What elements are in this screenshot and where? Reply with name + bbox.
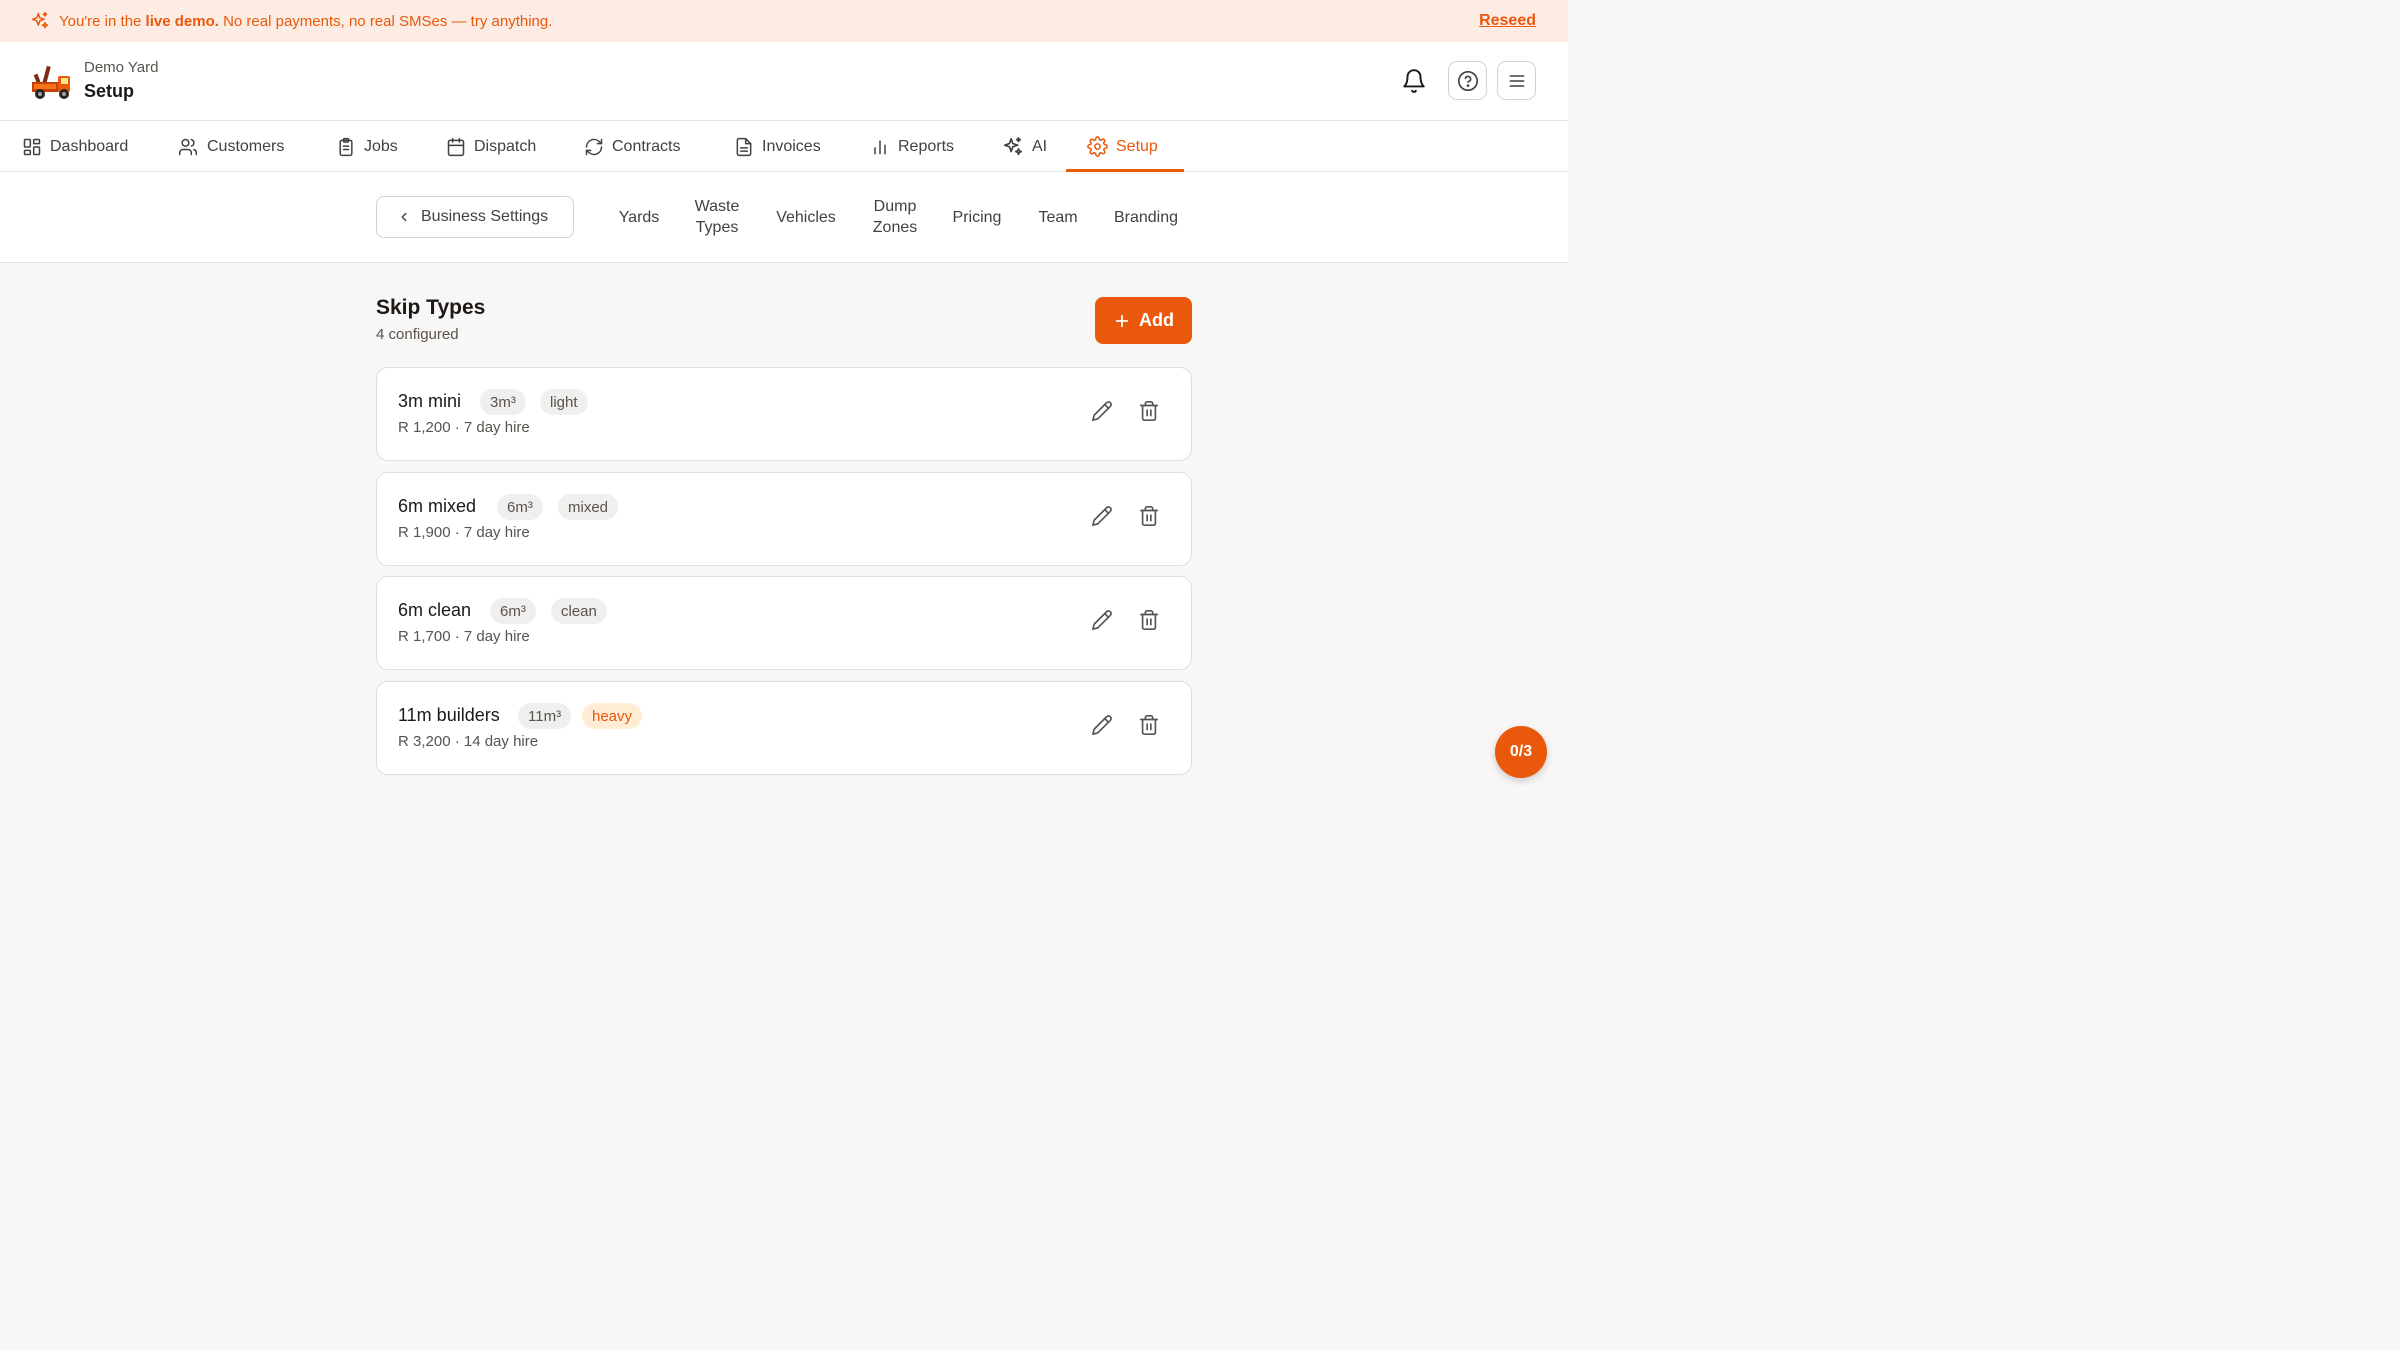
- plus-icon: [1113, 312, 1139, 330]
- dashboard-icon: [22, 137, 50, 157]
- nav-dashboard[interactable]: Dashboard: [22, 121, 128, 172]
- demo-banner: You're in the live demo. No real payment…: [0, 0, 1568, 42]
- banner-highlight: live demo.: [145, 12, 219, 30]
- document-icon: [734, 137, 762, 157]
- skip-type-name: 11m builders: [398, 705, 500, 725]
- nav-setup[interactable]: Setup: [1087, 121, 1158, 172]
- nav-reports[interactable]: Reports: [870, 121, 954, 172]
- page-title: Setup: [84, 81, 135, 101]
- trash-icon[interactable]: [1138, 505, 1160, 527]
- skip-type-details: R 3,200 · 14 day hire: [398, 733, 539, 750]
- skip-type-details: R 1,200 · 7 day hire: [398, 419, 530, 436]
- refresh-icon: [584, 137, 612, 157]
- nav-label: Reports: [898, 137, 955, 155]
- skip-type-card: 3m mini 3m³ light R 1,200 · 7 day hire: [376, 367, 1192, 461]
- business-settings-back-button[interactable]: Business Settings: [376, 196, 574, 238]
- settings-subnav: Business Settings Yards Waste Types Vehic…: [0, 172, 1568, 263]
- trash-icon[interactable]: [1138, 714, 1160, 736]
- bell-icon[interactable]: [1399, 66, 1429, 96]
- chevron-left-icon: [397, 210, 421, 224]
- menu-icon: [1507, 71, 1527, 91]
- menu-button[interactable]: [1497, 61, 1536, 100]
- weight-tag: clean: [551, 598, 607, 624]
- nav-label: Contracts: [612, 137, 681, 155]
- skip-type-name: 6m clean: [398, 600, 472, 620]
- bar-chart-icon: [870, 137, 898, 157]
- subnav-waste-types[interactable]: Waste Types: [684, 196, 750, 238]
- pencil-icon[interactable]: [1091, 400, 1113, 422]
- subnav-yards[interactable]: Yards: [610, 196, 668, 238]
- section-title: Skip Types: [376, 296, 486, 319]
- nav-dispatch[interactable]: Dispatch: [446, 121, 536, 172]
- weight-tag: light: [540, 389, 588, 415]
- nav-label: Setup: [1116, 137, 1158, 155]
- users-icon: [177, 137, 207, 157]
- nav-contracts[interactable]: Contracts: [584, 121, 680, 172]
- skip-type-name: 6m mixed: [398, 496, 477, 516]
- clipboard-icon: [336, 137, 364, 157]
- help-button[interactable]: [1448, 61, 1487, 100]
- add-button[interactable]: Add: [1095, 297, 1192, 344]
- trash-icon[interactable]: [1138, 609, 1160, 631]
- nav-jobs[interactable]: Jobs: [336, 121, 398, 172]
- reseed-link[interactable]: Reseed: [1479, 12, 1536, 30]
- add-label: Add: [1139, 310, 1174, 330]
- nav-invoices[interactable]: Invoices: [734, 121, 821, 172]
- onboarding-progress-button[interactable]: 0/3: [1495, 726, 1547, 778]
- nav-label: AI: [1032, 137, 1048, 155]
- sparkles-icon: [1002, 136, 1032, 158]
- pencil-icon[interactable]: [1091, 609, 1113, 631]
- section-count: 4 configured: [376, 326, 459, 343]
- weight-tag: mixed: [558, 494, 619, 520]
- size-tag: 11m³: [518, 703, 572, 729]
- subnav-vehicles[interactable]: Vehicles: [766, 196, 846, 238]
- main-nav: Dashboard Customers Jobs Dispatch Contra…: [0, 121, 1568, 172]
- nav-ai[interactable]: AI: [1002, 121, 1047, 172]
- skip-type-name: 3m mini: [398, 391, 462, 411]
- pencil-icon[interactable]: [1091, 714, 1113, 736]
- calendar-icon: [446, 137, 474, 157]
- subnav-branding[interactable]: Branding: [1104, 196, 1188, 238]
- sparkles-icon: [30, 11, 50, 31]
- trash-icon[interactable]: [1138, 400, 1160, 422]
- skip-type-details: R 1,900 · 7 day hire: [398, 524, 530, 541]
- subnav-pricing[interactable]: Pricing: [944, 196, 1010, 238]
- nav-customers[interactable]: Customers: [177, 121, 284, 172]
- pencil-icon[interactable]: [1091, 505, 1113, 527]
- banner-text: You're in the live demo. No real payment…: [59, 12, 553, 30]
- skip-type-details: R 1,700 · 7 day hire: [398, 628, 530, 645]
- nav-label: Jobs: [364, 137, 398, 155]
- logo: [30, 62, 74, 102]
- nav-label: Dispatch: [474, 137, 537, 155]
- help-icon: [1457, 70, 1479, 92]
- skip-type-card: 11m builders 11m³ heavy R 3,200 · 14 day…: [376, 681, 1192, 775]
- weight-tag: heavy: [582, 703, 643, 729]
- size-tag: 6m³: [497, 494, 543, 520]
- subnav-dump-zones[interactable]: Dump Zones: [862, 196, 928, 238]
- back-label: Business Settings: [421, 208, 549, 225]
- nav-label: Dashboard: [50, 137, 129, 155]
- subnav-team[interactable]: Team: [1028, 196, 1088, 238]
- nav-label: Invoices: [762, 137, 821, 155]
- nav-label: Customers: [207, 137, 285, 155]
- app-header: Demo Yard Setup: [0, 42, 1568, 121]
- yard-name: Demo Yard: [84, 59, 159, 76]
- size-tag: 6m³: [490, 598, 536, 624]
- skip-type-card: 6m clean 6m³ clean R 1,700 · 7 day hire: [376, 576, 1192, 670]
- skip-type-card: 6m mixed 6m³ mixed R 1,900 · 7 day hire: [376, 472, 1192, 566]
- gear-icon: [1087, 136, 1116, 157]
- size-tag: 3m³: [480, 389, 526, 415]
